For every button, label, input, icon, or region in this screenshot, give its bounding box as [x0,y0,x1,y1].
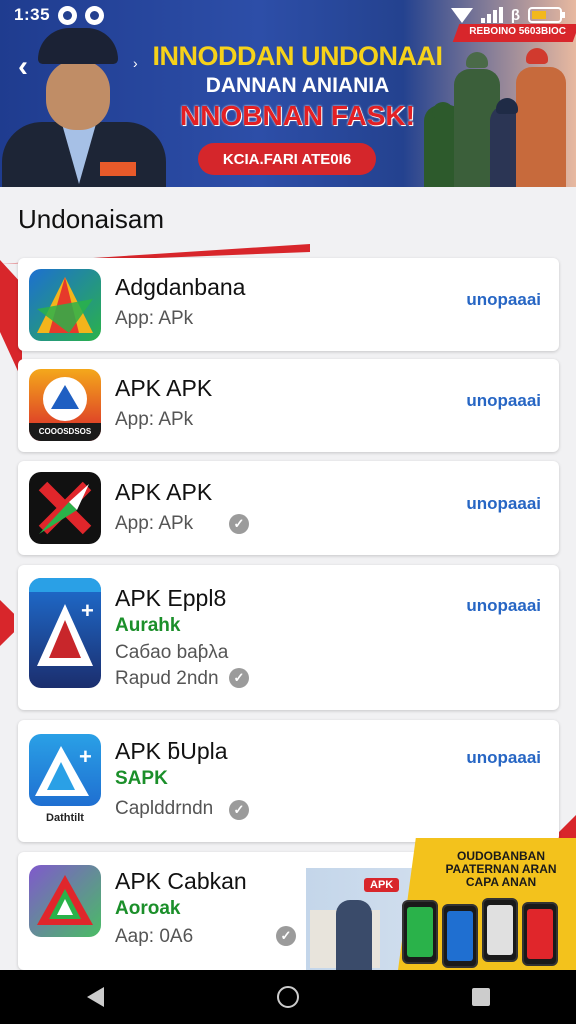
app-icon-caption: Dathtilt [46,812,84,824]
install-link[interactable]: unopaaai [466,596,541,616]
app-type: App: APk [115,513,194,534]
app-type: App: APk [115,308,194,329]
app-name: APK APK [115,375,213,401]
app-name: APK Cabkan [115,868,247,894]
app-description-2: Rapud 2ndn [115,668,219,689]
nav-recents-icon[interactable] [471,988,490,1006]
verified-check-icon: ✓ [229,514,249,534]
banner-headline: INNODDAN UNDONAAI DANNAN ANIANIA NNOBNAN… [150,40,445,132]
app-description: Caplddrndn [115,798,214,819]
app-name: APK APK [115,479,213,505]
battery-icon [528,7,565,23]
section-title: Undonaisam [18,204,164,234]
app-name: APK Eppl8 [115,585,227,611]
app-list-item[interactable]: + APK Eppl8 Aurahk Caбao baƥλa Rapud 2nd… [18,565,559,710]
promo-ad-image[interactable]: APK OUDOBANBAN PAATERNAN ARAN CAPA ANAN [306,838,576,970]
app-type: Aap: 0A6 [115,926,194,947]
app-icon: + [29,578,101,688]
verified-check-icon: ✓ [229,668,249,688]
app-name: Adgdanbana [115,274,246,300]
app-list-item[interactable]: + Dathtilt APK ƃUpla SAPK Caplddrndn ✓ u… [18,720,559,842]
install-link[interactable]: unopaaai [466,748,541,768]
svg-text:+: + [81,598,94,623]
app-icon-caption: COOOSDSOS [38,427,92,436]
app-list-item[interactable]: COOOSDSOS APK APK App: APk unopaaai [18,359,559,452]
svg-text:+: + [79,744,92,769]
wifi-icon [450,7,473,23]
decorative-swoosh [0,600,14,646]
promo-text: OUDOBANBAN PAATERNAN ARAN CAPA ANAN [445,849,557,889]
status-bar: 1:35 β [0,0,576,30]
app-name: APK ƃUpla [115,738,228,764]
banner-officer-image [0,22,168,187]
bluetooth-icon: β [510,6,520,24]
banner-headline-3: NNOBNAN FASK! [180,100,415,131]
app-icon [29,269,101,341]
messenger-icon [85,5,105,25]
install-link[interactable]: unopaaai [466,391,541,411]
signal-icon [480,7,503,23]
system-nav-bar [0,970,576,1024]
app-list-item[interactable]: APK APK App: APk ✓ unopaaai [18,461,559,555]
app-list-item[interactable]: Adgdanbana App: APk unopaaai [18,258,559,351]
install-link[interactable]: unopaaai [466,494,541,514]
verified-check-icon: ✓ [229,800,249,820]
banner-soldiers-image [420,42,576,187]
app-description: Caбao baƥλa [115,642,229,663]
verified-check-icon: ✓ [276,926,296,946]
app-tag: Aurahk [115,615,181,636]
back-arrow-icon[interactable]: ‹ [18,50,28,84]
app-type: App: APk [115,409,194,430]
app-tag: SAPK [115,768,168,789]
carousel-next-icon[interactable]: › [133,55,138,71]
promo-badge: APK [364,878,400,892]
nav-back-icon[interactable] [86,987,104,1007]
app-tag: Aoroak [115,898,181,919]
banner-cta-button[interactable]: KCIA.FARI ATE0I6 [198,143,376,175]
install-link[interactable]: unopaaai [466,290,541,310]
app-icon [29,865,101,937]
banner-headline-1: INNODDAN UNDONAAI [152,41,444,71]
app-icon: + [29,734,101,806]
app-icon [29,472,101,544]
banner-headline-2: DANNAN ANIANIA [205,74,390,97]
status-time: 1:35 [14,5,51,24]
notification-icon [58,5,78,25]
nav-home-icon[interactable] [276,986,299,1008]
